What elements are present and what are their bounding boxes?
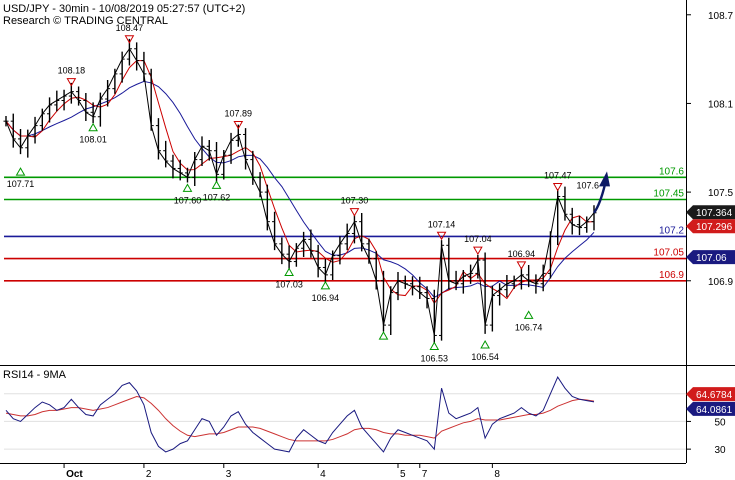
swing-label-5: 107.62 <box>203 192 231 202</box>
swing-label-14: 106.54 <box>471 352 499 362</box>
swing-label-4: 107.60 <box>174 195 202 205</box>
price-tag-0: 107.364 <box>696 208 733 219</box>
price-axis-label-3: 106.9 <box>708 277 733 288</box>
chart-title: USD/JPY - 30min - 10/08/2019 05:27:57 (U… <box>3 3 245 15</box>
swing-high-marker <box>472 246 483 256</box>
swing-low-marker <box>15 167 26 176</box>
price-axis-label-1: 108.1 <box>708 99 733 110</box>
time-axis: Oct 2 3 4 5 7 8 <box>63 463 500 480</box>
moving-averages <box>5 60 595 305</box>
rsi-tag-1: 64.0861 <box>696 405 733 416</box>
swing-label-12: 107.14 <box>428 219 456 229</box>
ma-fast-line <box>5 60 595 305</box>
price-tag-1: 107.296 <box>696 222 733 233</box>
price-axis-label-0: 108.7 <box>708 11 733 22</box>
time-axis-label-6: 8 <box>494 469 500 480</box>
swing-label-0: 107.71 <box>7 179 35 189</box>
level-label-3: 107.05 <box>653 248 684 259</box>
swing-points: 107.71108.18108.01108.47107.60 107.62107.… <box>7 23 599 364</box>
price-tags: 107.364 107.296 107.06 64.6784 64.0861 <box>686 205 735 416</box>
rsi-title: RSI14 - 9MA <box>3 369 67 381</box>
swing-low-marker <box>480 339 490 349</box>
price-tag-2: 107.06 <box>696 253 727 264</box>
rsi-axis-label-1: 50 <box>714 417 726 428</box>
swing-label-11: 106.53 <box>421 353 449 363</box>
swing-low-marker <box>211 180 222 189</box>
swing-low-marker <box>378 331 389 340</box>
level-label-4: 106.9 <box>659 270 684 281</box>
rsi-panel <box>4 376 686 453</box>
swing-label-6: 107.89 <box>225 108 253 118</box>
price-axis-label-2: 107.5 <box>708 188 733 199</box>
swing-label-17: 107.47 <box>544 171 572 181</box>
swing-label-15: 106.94 <box>508 249 536 259</box>
swing-low-marker <box>182 183 193 192</box>
swing-low-marker <box>429 341 440 350</box>
swing-label-16: 106.74 <box>515 322 543 332</box>
swing-low-marker <box>320 280 331 290</box>
rsi-axis-label-2: 30 <box>714 445 726 456</box>
swing-label-13: 107.04 <box>464 234 492 244</box>
swing-high-marker <box>349 208 360 217</box>
swing-label-8: 106.94 <box>312 293 340 303</box>
usdjpy-chart: 107.6107.45107.2107.05106.9 107.71108.18… <box>0 0 735 480</box>
rsi-tag-0: 64.6784 <box>696 390 733 401</box>
swing-label-1: 108.18 <box>58 66 86 76</box>
time-axis-label-2: 3 <box>226 469 232 480</box>
time-axis-label-0: Oct <box>66 469 83 480</box>
price-close-line <box>5 47 595 336</box>
time-axis-label-4: 5 <box>400 469 406 480</box>
chart-subtitle: Research © TRADING CENTRAL <box>3 15 168 27</box>
forecast-arrow-head <box>599 171 610 187</box>
level-label-1: 107.45 <box>653 188 684 199</box>
price-axis: 108.7 108.1 107.5 106.9 <box>686 11 733 288</box>
swing-label-2: 108.01 <box>79 135 107 145</box>
time-axis-label-5: 7 <box>422 469 428 480</box>
target-label-18: 107.6 <box>576 180 599 190</box>
level-label-2: 107.2 <box>659 225 684 236</box>
time-axis-label-3: 4 <box>320 469 326 480</box>
swing-label-7: 107.03 <box>275 280 303 290</box>
swing-low-marker <box>88 122 98 132</box>
swing-low-marker <box>523 310 534 319</box>
swing-low-marker <box>284 267 294 277</box>
time-axis-label-1: 2 <box>146 469 152 480</box>
level-label-0: 107.6 <box>659 166 684 177</box>
swing-label-9: 107.30 <box>341 196 369 206</box>
